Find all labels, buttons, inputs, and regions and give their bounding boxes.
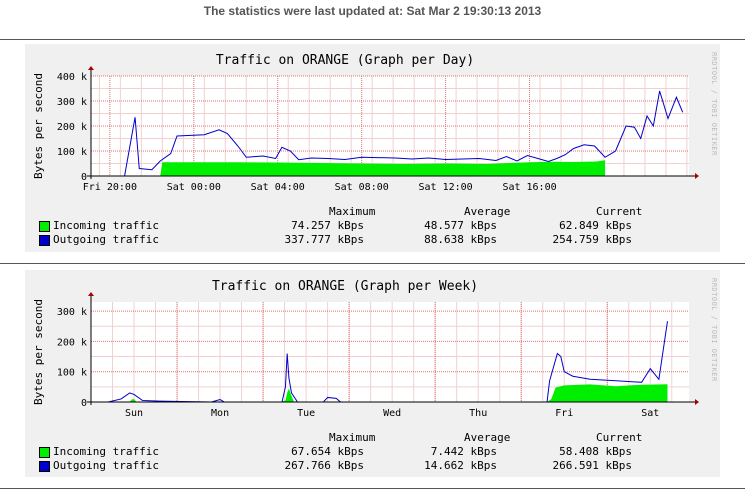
- y-axis-arrow: [88, 66, 94, 70]
- weekly-chart: 0 100 k 200 k 300 k Sun Mon Tue Wed Thu Fri Sat Byt…: [32, 292, 699, 419]
- outgoing-swatch: [39, 461, 50, 472]
- credit-text: RRDTOOL / TOBI OETIKER: [710, 52, 718, 156]
- x-tick-label: Sat 16:00: [502, 182, 556, 193]
- outgoing-label: Outgoing traffic: [53, 459, 159, 472]
- x-tick-label: Fri 20:00: [83, 182, 137, 193]
- incoming-label: Incoming traffic: [53, 219, 159, 232]
- outgoing-avg: 14.662 kBps: [424, 459, 497, 472]
- x-axis-arrow: [695, 173, 699, 179]
- incoming-label: Incoming traffic: [53, 445, 159, 458]
- x-tick-label: Tue: [297, 408, 315, 419]
- header-current: Current: [596, 205, 643, 218]
- header-average: Average: [464, 431, 511, 444]
- header-maximum: Maximum: [329, 431, 376, 444]
- outgoing-label: Outgoing traffic: [53, 233, 159, 246]
- y-axis-arrow: [88, 292, 94, 296]
- weekly-graph-panel: Traffic on ORANGE (Graph per Week) RRDTO…: [25, 270, 720, 477]
- y-tick-label: 300 k: [57, 97, 87, 108]
- y-tick-label: 400 k: [57, 72, 87, 83]
- y-axis-title: Bytes per second: [32, 73, 45, 179]
- x-tick-label: Sun: [125, 408, 143, 419]
- y-tick-label: 300 k: [57, 307, 87, 318]
- outgoing-max: 337.777 kBps: [284, 233, 364, 246]
- x-tick-label: Sat 04:00: [251, 182, 305, 193]
- y-tick-label: 0: [81, 398, 87, 409]
- header-current: Current: [596, 431, 643, 444]
- incoming-max: 67.654 kBps: [291, 445, 364, 458]
- incoming-avg: 48.577 kBps: [424, 219, 497, 232]
- y-tick-label: 100 k: [57, 147, 87, 158]
- daily-graph-panel: Traffic on ORANGE (Graph per Day) RRDTOO…: [25, 44, 720, 252]
- legend-incoming: Incoming traffic 67.654 kBps 7.442 kBps …: [39, 445, 699, 459]
- x-tick-label: Fri: [555, 408, 573, 419]
- header-average: Average: [464, 205, 511, 218]
- credit-text: RRDTOOL / TOBI OETIKER: [710, 278, 718, 382]
- outgoing-cur: 254.759 kBps: [552, 233, 632, 246]
- x-tick-label: Wed: [383, 408, 401, 419]
- x-tick-label: Thu: [469, 408, 487, 419]
- x-tick-label: Sat 00:00: [167, 182, 221, 193]
- x-tick-label: Sat 08:00: [335, 182, 389, 193]
- x-tick-label: Mon: [211, 408, 229, 419]
- y-tick-label: 100 k: [57, 368, 87, 379]
- incoming-swatch: [39, 221, 50, 232]
- legend-outgoing: Outgoing traffic 337.777 kBps 88.638 kBp…: [39, 233, 699, 247]
- x-tick-label: Sat 12:00: [419, 182, 473, 193]
- incoming-avg: 7.442 kBps: [430, 445, 497, 458]
- y-axis-title: Bytes per second: [32, 299, 45, 405]
- x-tick-label: Sat: [641, 408, 659, 419]
- daily-chart: 0100 k200 k300 k400 kFri 20:00 Sat 00:00 S…: [32, 66, 699, 193]
- incoming-max: 74.257 kBps: [291, 219, 364, 232]
- legend-incoming: Incoming traffic 74.257 kBps 48.577 kBps…: [39, 219, 699, 233]
- y-tick-label: 200 k: [57, 337, 87, 348]
- outgoing-max: 267.766 kBps: [284, 459, 364, 472]
- divider: [0, 39, 745, 40]
- divider: [0, 263, 745, 264]
- status-line: The statistics were last updated at: Sat…: [203, 4, 542, 18]
- incoming-cur: 58.408 kBps: [559, 445, 632, 458]
- outgoing-swatch: [39, 235, 50, 246]
- header-maximum: Maximum: [329, 205, 376, 218]
- incoming-cur: 62.849 kBps: [559, 219, 632, 232]
- divider: [0, 488, 745, 489]
- incoming-swatch: [39, 447, 50, 458]
- legend-outgoing: Outgoing traffic 267.766 kBps 14.662 kBp…: [39, 459, 699, 473]
- x-axis-arrow: [695, 399, 699, 405]
- y-tick-label: 200 k: [57, 122, 87, 133]
- outgoing-cur: 266.591 kBps: [552, 459, 632, 472]
- outgoing-avg: 88.638 kBps: [424, 233, 497, 246]
